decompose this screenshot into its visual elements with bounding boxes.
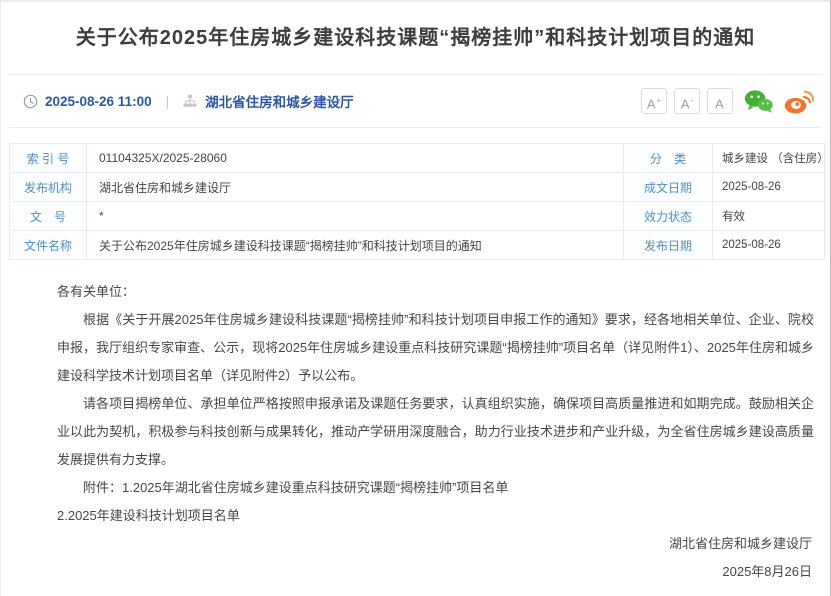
info-label-index-no: 索 引 号 bbox=[10, 144, 87, 173]
table-row: 文件名称 关于公布2025年住房城乡建设科技课题“揭榜挂帅”和科技计划项目的通知… bbox=[10, 231, 825, 260]
info-label-doc-no: 文 号 bbox=[10, 202, 87, 231]
table-row: 发布机构 湖北省住房和城乡建设厅 成文日期 2025-08-26 bbox=[10, 173, 825, 202]
font-size-reset-button[interactable]: A bbox=[707, 88, 733, 114]
meta-right: A+ A- A bbox=[634, 88, 814, 114]
info-label-file-name: 文件名称 bbox=[10, 231, 87, 260]
info-label-written-date: 成文日期 bbox=[624, 173, 713, 202]
info-value-issuing-agency: 湖北省住房和城乡建设厅 bbox=[87, 173, 624, 202]
meta-left: 2025-08-26 11:00 | 湖北省住房和城乡建设厅 bbox=[23, 91, 354, 111]
info-value-index-no: 01104325X/2025-28060 bbox=[87, 144, 624, 173]
page-title: 关于公布2025年住房城乡建设科技课题“揭榜挂帅”和科技计划项目的通知 bbox=[41, 24, 790, 52]
font-size-increase-button[interactable]: A+ bbox=[641, 88, 667, 114]
info-label-validity-status: 效力状态 bbox=[624, 202, 713, 231]
table-row: 文 号 * 效力状态 有效 bbox=[10, 202, 825, 231]
info-value-validity-status: 有效 bbox=[713, 202, 825, 231]
info-value-publish-date: 2025-08-26 bbox=[713, 231, 825, 260]
info-label-category: 分 类 bbox=[624, 144, 713, 173]
weibo-icon[interactable] bbox=[784, 88, 814, 114]
notice-page: 关于公布2025年住房城乡建设科技课题“揭榜挂帅”和科技计划项目的通知 2025… bbox=[0, 0, 831, 596]
info-value-category: 城乡建设 （含住房） bbox=[713, 144, 825, 173]
document-info-table: 索 引 号 01104325X/2025-28060 分 类 城乡建设 （含住房… bbox=[9, 143, 825, 260]
attachment-item-1: 附件：1.2025年湖北省住房城乡建设重点科技研究课题“揭榜挂帅”项目名单 bbox=[57, 474, 814, 502]
info-value-doc-no: * bbox=[87, 202, 624, 231]
article-body: 各有关单位： 根据《关于开展2025年住房城乡建设科技课题“揭榜挂帅”和科技计划… bbox=[1, 260, 830, 586]
attachment-item-2: 2.2025年建设科技计划项目名单 bbox=[57, 502, 814, 530]
publish-datetime: 2025-08-26 11:00 bbox=[45, 94, 152, 109]
paragraph-2: 请各项目揭榜单位、承担单位严格按照申报承诺及课题任务要求，认真组织实施，确保项目… bbox=[57, 390, 814, 474]
signature-agency: 湖北省住房和城乡建设厅 bbox=[57, 530, 814, 558]
wechat-icon[interactable] bbox=[744, 89, 773, 114]
meta-separator: | bbox=[166, 94, 170, 109]
meta-bar: 2025-08-26 11:00 | 湖北省住房和城乡建设厅 A+ A- A bbox=[1, 75, 830, 127]
divider bbox=[9, 127, 822, 128]
info-label-issuing-agency: 发布机构 bbox=[10, 173, 87, 202]
clock-icon bbox=[23, 94, 38, 109]
salutation: 各有关单位： bbox=[57, 278, 814, 306]
info-value-written-date: 2025-08-26 bbox=[713, 173, 825, 202]
font-size-decrease-button[interactable]: A- bbox=[674, 88, 700, 114]
info-label-publish-date: 发布日期 bbox=[624, 231, 713, 260]
info-value-file-name: 关于公布2025年住房城乡建设科技课题“揭榜挂帅”和科技计划项目的通知 bbox=[87, 231, 624, 260]
source-agency-link[interactable]: 湖北省住房和城乡建设厅 bbox=[205, 91, 354, 111]
sitemap-icon bbox=[183, 94, 197, 108]
table-row: 索 引 号 01104325X/2025-28060 分 类 城乡建设 （含住房… bbox=[10, 144, 825, 173]
paragraph-1: 根据《关于开展2025年住房城乡建设科技课题“揭榜挂帅”和科技计划项目申报工作的… bbox=[57, 306, 814, 390]
signature-date: 2025年8月26日 bbox=[57, 558, 814, 586]
